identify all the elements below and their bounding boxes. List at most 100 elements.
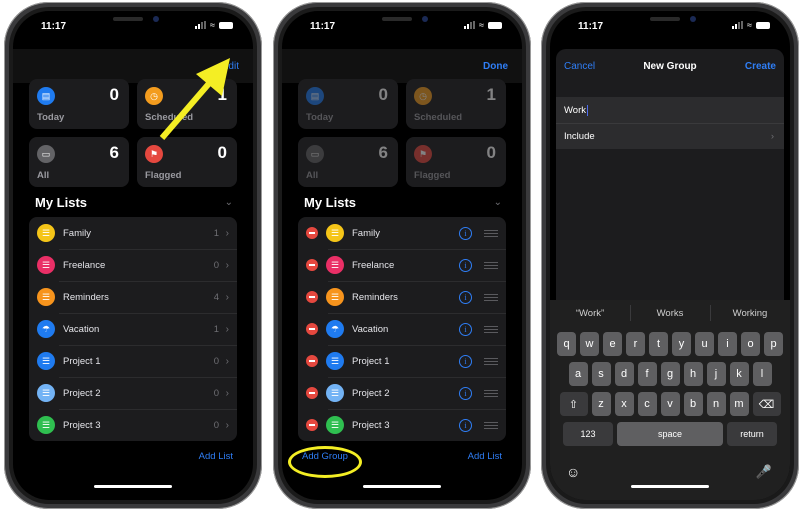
- key-u[interactable]: u: [695, 332, 714, 356]
- suggestion-2[interactable]: Works: [630, 304, 710, 321]
- key-e[interactable]: e: [603, 332, 622, 356]
- key-z[interactable]: z: [591, 392, 611, 416]
- list-item[interactable]: ☰ Family 1 ›: [29, 217, 237, 249]
- key-t[interactable]: t: [649, 332, 668, 356]
- delete-icon[interactable]: [306, 355, 318, 367]
- list-item[interactable]: ☰ Reminders 4 ›: [29, 281, 237, 313]
- info-icon[interactable]: i: [459, 226, 472, 240]
- key-y[interactable]: y: [672, 332, 691, 356]
- key-q[interactable]: q: [557, 332, 576, 356]
- tile-scheduled[interactable]: ◷ 1 Scheduled: [137, 79, 237, 129]
- tile-today[interactable]: ▤ 0 Today: [29, 79, 129, 129]
- list-item[interactable]: ☰ Project 3 i: [298, 409, 506, 441]
- key-h[interactable]: h: [683, 362, 703, 386]
- chevron-right-icon: ›: [225, 355, 229, 367]
- reorder-icon[interactable]: [484, 293, 498, 301]
- key-d[interactable]: d: [614, 362, 634, 386]
- key-x[interactable]: x: [614, 392, 634, 416]
- add-list-button[interactable]: Add List: [468, 451, 502, 462]
- create-button[interactable]: Create: [745, 61, 776, 72]
- shift-key[interactable]: ⇧: [559, 392, 588, 416]
- key-p[interactable]: p: [764, 332, 783, 356]
- list-item[interactable]: ☰ Family i: [298, 217, 506, 249]
- tile-all[interactable]: ▭ 6 All: [29, 137, 129, 187]
- tile-label: All: [37, 170, 50, 181]
- key-g[interactable]: g: [660, 362, 680, 386]
- return-key[interactable]: return: [727, 422, 777, 446]
- tile-flagged[interactable]: ⚑ 0 Flagged: [137, 137, 237, 187]
- info-icon[interactable]: i: [459, 290, 472, 304]
- delete-icon[interactable]: [306, 259, 318, 271]
- suggestion-3[interactable]: Working: [710, 304, 790, 321]
- cancel-button[interactable]: Cancel: [564, 61, 595, 72]
- emoji-icon[interactable]: ☺: [566, 464, 580, 480]
- key-c[interactable]: c: [637, 392, 657, 416]
- add-list-button[interactable]: Add List: [199, 451, 233, 462]
- tile-scheduled[interactable]: ◷ 1 Scheduled: [406, 79, 506, 129]
- reorder-icon[interactable]: [484, 261, 498, 269]
- info-icon[interactable]: i: [459, 258, 472, 272]
- delete-icon[interactable]: [306, 387, 318, 399]
- home-indicator[interactable]: [94, 485, 172, 488]
- list-item[interactable]: ☰ Project 1 i: [298, 345, 506, 377]
- list-count: 4: [213, 291, 219, 303]
- suggestion-1[interactable]: “Work”: [550, 308, 630, 319]
- key-o[interactable]: o: [741, 332, 760, 356]
- reorder-icon[interactable]: [484, 325, 498, 333]
- reorder-icon[interactable]: [484, 389, 498, 397]
- list-item[interactable]: ☂ Vacation 1 ›: [29, 313, 237, 345]
- info-icon[interactable]: i: [459, 322, 472, 336]
- tile-today[interactable]: ▤ 0 Today: [298, 79, 398, 129]
- list-item[interactable]: ☰ Project 2 i: [298, 377, 506, 409]
- status-time: 11:17: [578, 21, 604, 32]
- list-icon: ☰: [37, 384, 55, 402]
- key-j[interactable]: j: [706, 362, 726, 386]
- list-item[interactable]: ☰ Project 2 0 ›: [29, 377, 237, 409]
- key-r[interactable]: r: [626, 332, 645, 356]
- list-icon: ☰: [326, 288, 344, 306]
- key-a[interactable]: a: [568, 362, 588, 386]
- group-name-field[interactable]: Work: [556, 97, 784, 123]
- include-row[interactable]: Include ›: [556, 123, 784, 149]
- reorder-icon[interactable]: [484, 421, 498, 429]
- tile-flagged[interactable]: ⚑ 0 Flagged: [406, 137, 506, 187]
- info-icon[interactable]: i: [459, 354, 472, 368]
- chevron-down-icon[interactable]: ⌄: [225, 197, 233, 208]
- delete-icon[interactable]: [306, 419, 318, 431]
- delete-icon[interactable]: [306, 323, 318, 335]
- key-f[interactable]: f: [637, 362, 657, 386]
- info-icon[interactable]: i: [459, 418, 472, 432]
- edit-button[interactable]: Edit: [222, 61, 239, 72]
- tile-label: Scheduled: [414, 112, 463, 123]
- done-button[interactable]: Done: [483, 61, 508, 72]
- tile-all[interactable]: ▭ 6 All: [298, 137, 398, 187]
- list-item[interactable]: ☂ Vacation i: [298, 313, 506, 345]
- key-b[interactable]: b: [683, 392, 703, 416]
- chevron-down-icon[interactable]: ⌄: [494, 197, 502, 208]
- key-n[interactable]: n: [706, 392, 726, 416]
- list-item[interactable]: ☰ Freelance 0 ›: [29, 249, 237, 281]
- key-k[interactable]: k: [729, 362, 749, 386]
- key-i[interactable]: i: [718, 332, 737, 356]
- home-indicator[interactable]: [363, 485, 441, 488]
- key-m[interactable]: m: [729, 392, 749, 416]
- key-l[interactable]: l: [752, 362, 772, 386]
- numbers-key[interactable]: 123: [563, 422, 613, 446]
- home-indicator[interactable]: [631, 485, 709, 488]
- reorder-icon[interactable]: [484, 229, 498, 237]
- list-item[interactable]: ☰ Freelance i: [298, 249, 506, 281]
- key-w[interactable]: w: [580, 332, 599, 356]
- list-item[interactable]: ☰ Project 3 0 ›: [29, 409, 237, 441]
- key-v[interactable]: v: [660, 392, 680, 416]
- delete-icon[interactable]: [306, 291, 318, 303]
- reorder-icon[interactable]: [484, 357, 498, 365]
- microphone-icon[interactable]: 🎤: [756, 464, 772, 480]
- info-icon[interactable]: i: [459, 386, 472, 400]
- list-item[interactable]: ☰ Reminders i: [298, 281, 506, 313]
- backspace-key[interactable]: ⌫: [752, 392, 781, 416]
- list-item[interactable]: ☰ Project 1 0 ›: [29, 345, 237, 377]
- key-s[interactable]: s: [591, 362, 611, 386]
- delete-icon[interactable]: [306, 227, 318, 239]
- space-key[interactable]: space: [617, 422, 723, 446]
- list-name: Family: [352, 227, 380, 239]
